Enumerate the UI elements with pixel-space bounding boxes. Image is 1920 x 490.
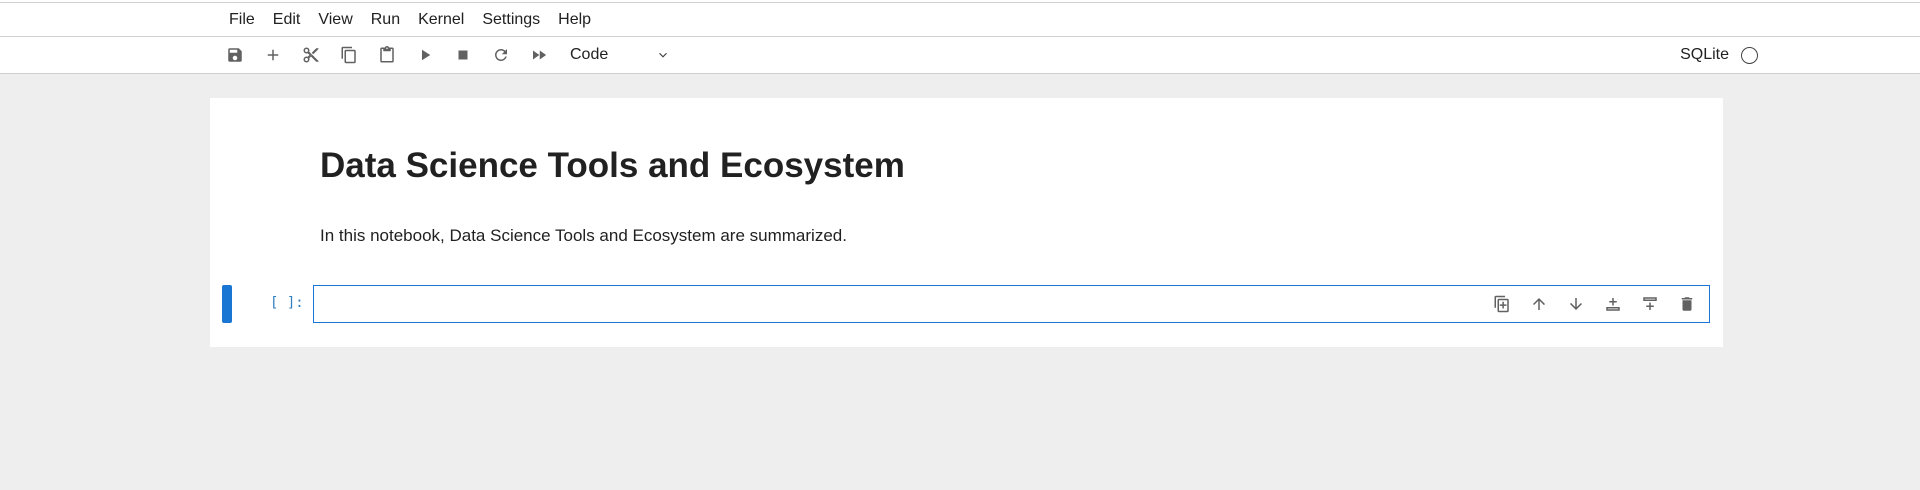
fast-forward-icon: [533, 50, 547, 60]
menu-edit[interactable]: Edit: [264, 3, 310, 36]
menu-file[interactable]: File: [220, 3, 264, 36]
cell-editor[interactable]: [313, 285, 1710, 323]
move-down-button[interactable]: [1557, 290, 1594, 318]
notebook-toolbar: Code SQLite: [0, 37, 1920, 74]
menu-run[interactable]: Run: [362, 3, 409, 36]
cut-button[interactable]: [292, 40, 330, 70]
move-up-button[interactable]: [1520, 290, 1557, 318]
insert-above-icon: [1605, 298, 1620, 311]
cell-prompt: [ ]:: [270, 295, 304, 311]
add-cell-button[interactable]: [254, 40, 292, 70]
menu-settings[interactable]: Settings: [473, 3, 549, 36]
code-cell[interactable]: [ ]:: [222, 285, 1720, 323]
stop-button[interactable]: [444, 40, 482, 70]
run-icon: [422, 49, 431, 61]
restart-icon: [494, 48, 507, 61]
menu-kernel[interactable]: Kernel: [409, 3, 473, 36]
insert-below-icon: [1642, 297, 1657, 310]
kernel-name: SQLite: [1680, 46, 1729, 63]
cell-type-label: Code: [570, 46, 609, 63]
paste-icon: [380, 46, 394, 63]
restart-button[interactable]: [482, 40, 520, 70]
menu-view[interactable]: View: [309, 3, 361, 36]
notebook-heading: Data Science Tools and Ecosystem: [320, 146, 905, 185]
save-icon: [228, 48, 242, 62]
cell-type-select[interactable]: Code: [570, 46, 670, 64]
move-up-icon: [1532, 298, 1545, 310]
insert-below-button[interactable]: [1631, 290, 1668, 318]
chevron-down-icon: [659, 52, 667, 58]
notebook-panel: Data Science Tools and Ecosystem In this…: [210, 98, 1723, 347]
cell-toolbar: [1483, 290, 1705, 318]
cut-icon: [303, 47, 319, 63]
kernel-idle-icon: [1741, 46, 1758, 64]
copy-button[interactable]: [330, 40, 368, 70]
duplicate-cell-button[interactable]: [1483, 290, 1520, 318]
stop-icon: [458, 50, 468, 60]
kernel-status[interactable]: SQLite: [1680, 37, 1758, 73]
insert-above-button[interactable]: [1594, 290, 1631, 318]
notebook-intro: In this notebook, Data Science Tools and…: [320, 226, 847, 245]
run-button[interactable]: [406, 40, 444, 70]
restart-run-all-button[interactable]: [520, 40, 558, 70]
copy-icon: [341, 46, 356, 64]
menu-help[interactable]: Help: [549, 3, 600, 36]
add-cell-icon: [267, 49, 279, 61]
delete-cell-button[interactable]: [1668, 290, 1705, 318]
save-button[interactable]: [216, 40, 254, 70]
move-down-icon: [1569, 298, 1582, 310]
menu-bar: File Edit View Run Kernel Settings Help: [0, 3, 1920, 37]
paste-button[interactable]: [368, 40, 406, 70]
cell-collapser[interactable]: [222, 285, 232, 323]
duplicate-icon: [1494, 295, 1509, 313]
delete-icon: [1681, 297, 1692, 311]
